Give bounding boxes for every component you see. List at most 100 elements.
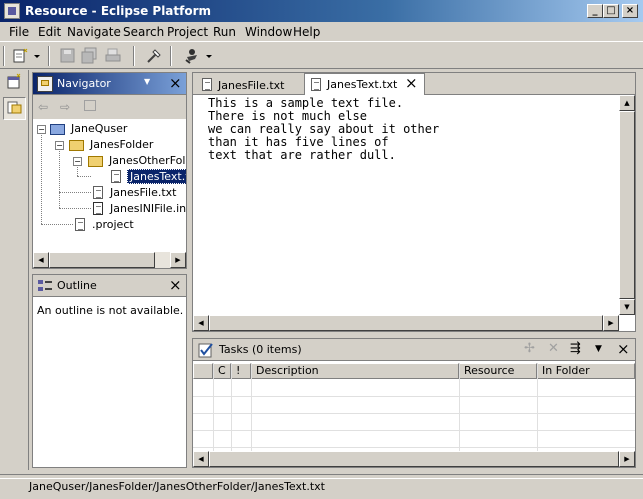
tasks-panel: Tasks (0 items) ✢ ✕ ⇶ ▼ × C ! Descriptio… (192, 338, 636, 468)
ini-file-icon (93, 202, 103, 215)
outline-close-button[interactable]: × (169, 276, 182, 294)
toolbar-separator (170, 46, 172, 66)
outline-panel: Outline × An outline is not available. (32, 274, 187, 468)
grid-line (251, 363, 252, 452)
new-task-icon[interactable]: ✢ (524, 341, 535, 356)
scroll-thumb[interactable] (619, 111, 635, 299)
tasks-close-button[interactable]: × (617, 340, 630, 358)
editor-vscrollbar[interactable]: ▲ ▼ (619, 95, 635, 315)
tree-label: .project (92, 218, 134, 231)
column-header-in-folder[interactable]: In Folder (537, 363, 635, 379)
back-icon[interactable]: ⇦ (38, 100, 48, 114)
up-icon[interactable] (84, 100, 96, 111)
menu-bar: File Edit Navigate Search Project Run Wi… (0, 22, 643, 41)
save-all-icon[interactable] (81, 47, 99, 65)
run-dropdown-icon[interactable] (204, 47, 214, 65)
tasks-hscrollbar[interactable]: ◀ ▶ (193, 451, 635, 467)
main-toolbar (0, 41, 643, 69)
tasks-table: C ! Description Resource In Folder (193, 363, 635, 452)
tab-janestext[interactable]: JanesText.txt × (304, 73, 425, 96)
tree-item-janestext[interactable]: JanesText.txt (33, 169, 186, 185)
toolbar-separator (48, 46, 50, 66)
save-icon[interactable] (59, 47, 77, 65)
scroll-up-icon[interactable]: ▲ (619, 95, 635, 111)
navigator-hscrollbar[interactable]: ◀ ▶ (33, 252, 186, 268)
column-header-spacer (193, 363, 213, 379)
title-bar: Resource - Eclipse Platform _ □ × (0, 0, 643, 22)
scroll-right-icon[interactable]: ▶ (170, 252, 186, 268)
print-icon[interactable] (104, 47, 122, 65)
scroll-down-icon[interactable]: ▼ (619, 299, 635, 315)
build-icon[interactable] (145, 47, 163, 65)
outline-title: Outline (57, 279, 97, 292)
grid-line (193, 430, 635, 431)
grid-line (193, 413, 635, 414)
maximize-button[interactable]: □ (603, 4, 619, 18)
new-wizard-icon[interactable] (12, 47, 30, 65)
collapse-icon[interactable]: − (37, 125, 46, 134)
open-perspective-icon[interactable] (5, 73, 23, 91)
text-file-icon (75, 218, 85, 231)
open-folder-icon (88, 156, 103, 167)
tree-label: JaneQuser (71, 122, 128, 135)
outline-message: An outline is not available. (37, 304, 184, 317)
tree-item-janequser[interactable]: − JaneQuser (33, 121, 186, 137)
editor-hscrollbar[interactable]: ◀ ▶ (193, 315, 619, 331)
minimize-button[interactable]: _ (587, 4, 603, 18)
status-bar: JaneQuser/JanesFolder/JanesOtherFolder/J… (0, 474, 643, 499)
filter-icon[interactable]: ⇶ (570, 341, 581, 356)
menu-edit[interactable]: Edit (38, 25, 61, 39)
tree-item-janesfile[interactable]: JanesFile.txt (33, 185, 186, 201)
column-header-resource[interactable]: Resource (459, 363, 537, 379)
column-header-priority[interactable]: ! (231, 363, 251, 379)
menu-run[interactable]: Run (213, 25, 236, 39)
scroll-left-icon[interactable]: ◀ (193, 451, 209, 467)
navigator-header: Navigator ▼ × (33, 73, 186, 95)
tab-label: JanesFile.txt (218, 79, 285, 92)
scroll-right-icon[interactable]: ▶ (603, 315, 619, 331)
outline-header: Outline × (33, 275, 186, 297)
tree-label: JanesFolder (90, 138, 154, 151)
menu-navigate[interactable]: Navigate (67, 25, 121, 39)
eclipse-app-icon (4, 3, 20, 19)
scroll-left-icon[interactable]: ◀ (33, 252, 49, 268)
grid-line (231, 363, 232, 452)
text-file-icon (111, 170, 121, 183)
tasks-header: Tasks (0 items) ✢ ✕ ⇶ ▼ × (193, 339, 635, 361)
scroll-thumb[interactable] (209, 451, 619, 467)
menu-search[interactable]: Search (123, 25, 164, 39)
tree-item-project[interactable]: .project (33, 217, 186, 233)
tree-label: JanesINIFile.ini (110, 202, 186, 215)
tree-item-janesinifile[interactable]: JanesINIFile.ini (33, 201, 186, 217)
tree-item-janesfolder[interactable]: − JanesFolder (33, 137, 186, 153)
menu-window[interactable]: Window (245, 25, 292, 39)
run-icon[interactable] (183, 47, 201, 65)
resource-perspective-button[interactable] (3, 97, 26, 120)
tab-close-button[interactable]: × (405, 74, 418, 92)
close-window-button[interactable]: × (622, 4, 638, 18)
tree-item-janesotherfolder[interactable]: − JanesOtherFolder (33, 153, 186, 169)
menu-project[interactable]: Project (167, 25, 208, 39)
forward-icon[interactable]: ⇨ (60, 100, 70, 114)
view-menu-icon[interactable]: ▼ (144, 77, 150, 86)
new-dropdown-icon[interactable] (32, 47, 42, 65)
collapse-icon[interactable]: − (55, 141, 64, 150)
navigator-close-button[interactable]: × (169, 74, 182, 92)
tab-label: JanesText.txt (327, 78, 398, 91)
text-file-icon (202, 78, 212, 91)
text-editor[interactable]: This is a sample text file. There is not… (193, 95, 635, 331)
scroll-thumb[interactable] (209, 315, 603, 331)
grid-line (193, 447, 635, 448)
tab-janesfile[interactable]: JanesFile.txt (196, 75, 304, 94)
scroll-thumb[interactable] (49, 252, 155, 268)
view-menu-icon[interactable]: ▼ (595, 344, 602, 354)
menu-file[interactable]: File (9, 25, 29, 39)
menu-help[interactable]: Help (293, 25, 320, 39)
collapse-icon[interactable]: − (73, 157, 82, 166)
grid-line (213, 363, 214, 452)
scroll-left-icon[interactable]: ◀ (193, 315, 209, 331)
column-header-description[interactable]: Description (251, 363, 459, 379)
column-header-completed[interactable]: C (213, 363, 231, 379)
scroll-right-icon[interactable]: ▶ (619, 451, 635, 467)
delete-icon[interactable]: ✕ (548, 341, 559, 356)
